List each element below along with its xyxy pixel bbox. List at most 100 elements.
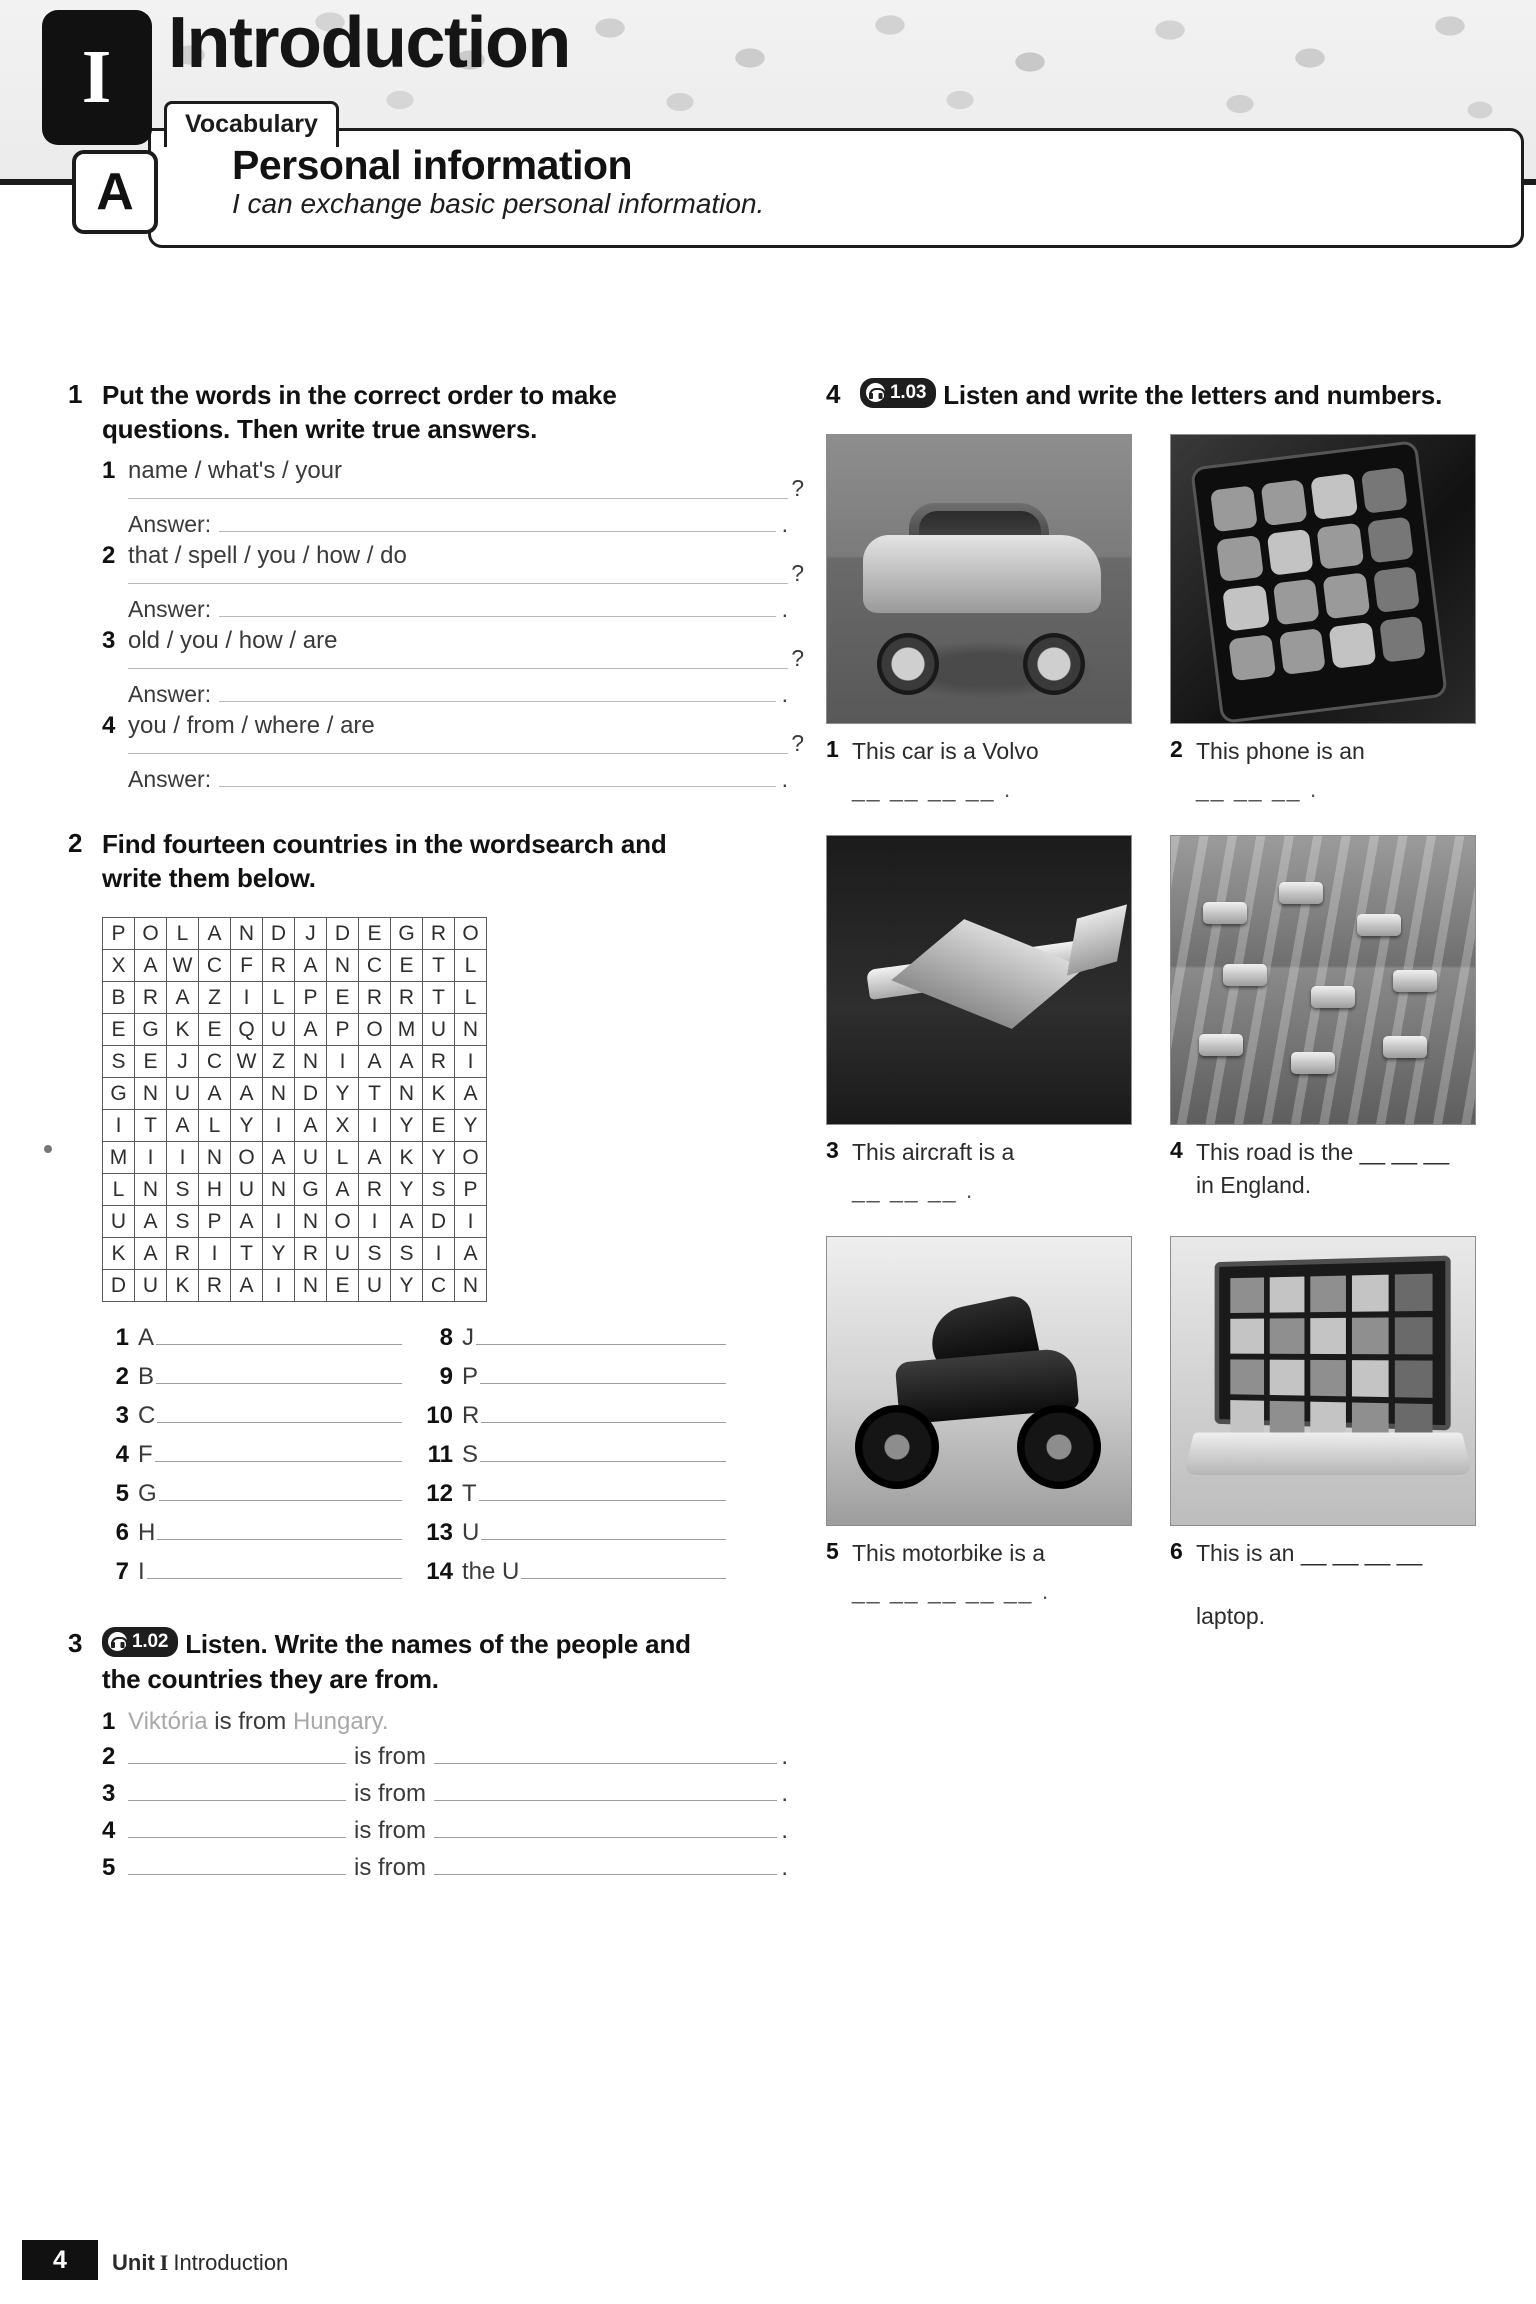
wordsearch-cell[interactable]: A xyxy=(390,1205,423,1239)
wordsearch-cell[interactable]: R xyxy=(262,949,295,983)
exercise-3-row[interactable]: 3 is from . xyxy=(102,1780,788,1808)
wordsearch-cell[interactable]: Y xyxy=(422,1141,455,1175)
wordsearch-cell[interactable]: F xyxy=(230,949,263,983)
wordsearch-cell[interactable]: U xyxy=(326,1237,359,1271)
wordsearch-cell[interactable]: J xyxy=(294,917,327,951)
wordsearch-cell[interactable]: A xyxy=(230,1077,263,1111)
wordsearch-cell[interactable]: H xyxy=(198,1173,231,1207)
wordsearch-cell[interactable]: L xyxy=(166,917,199,951)
wordsearch-cell[interactable]: O xyxy=(454,917,487,951)
caption-answer-dashes[interactable]: __ __ __ __ . xyxy=(852,776,1132,803)
wordsearch-cell[interactable]: U xyxy=(102,1205,135,1239)
wordsearch-cell[interactable]: A xyxy=(230,1269,263,1303)
wordsearch-cell[interactable]: A xyxy=(294,1109,327,1143)
audio-track-chip[interactable]: 1.02 xyxy=(102,1627,179,1658)
exercise-3-row[interactable]: 5 is from . xyxy=(102,1854,788,1882)
wordsearch-cell[interactable]: I xyxy=(358,1109,391,1143)
wordsearch-cell[interactable]: E xyxy=(358,917,391,951)
wordsearch-cell[interactable]: A xyxy=(454,1237,487,1271)
wordsearch-cell[interactable]: N xyxy=(294,1269,327,1303)
audio-track-chip[interactable]: 1.03 xyxy=(860,378,937,409)
wordsearch-cell[interactable]: R xyxy=(294,1237,327,1271)
country-blank-row[interactable]: 10 R xyxy=(426,1402,726,1430)
wordsearch-cell[interactable]: E xyxy=(134,1045,167,1079)
country-blank-row[interactable]: 9 P xyxy=(426,1363,726,1391)
wordsearch-cell[interactable]: I xyxy=(454,1045,487,1079)
blank-input-line[interactable] xyxy=(156,1367,402,1385)
wordsearch-cell[interactable]: J xyxy=(166,1045,199,1079)
answer-input-line[interactable] xyxy=(219,684,776,702)
wordsearch-cell[interactable]: A xyxy=(198,917,231,951)
wordsearch-cell[interactable]: S xyxy=(166,1173,199,1207)
wordsearch-cell[interactable]: S xyxy=(422,1173,455,1207)
wordsearch-cell[interactable]: X xyxy=(326,1109,359,1143)
wordsearch-grid[interactable]: POLANDJDEGROXAWCFRANCETLBRAZILPERRTLEGKE… xyxy=(102,917,487,1303)
answer-input-line[interactable] xyxy=(219,514,776,532)
wordsearch-cell[interactable]: B xyxy=(102,981,135,1015)
wordsearch-cell[interactable]: A xyxy=(294,949,327,983)
wordsearch-cell[interactable]: W xyxy=(166,949,199,983)
wordsearch-cell[interactable]: R xyxy=(422,917,455,951)
country-blank-row[interactable]: 1 A xyxy=(102,1324,402,1352)
wordsearch-cell[interactable]: P xyxy=(454,1173,487,1207)
wordsearch-cell[interactable]: N xyxy=(326,949,359,983)
wordsearch-cell[interactable]: D xyxy=(294,1077,327,1111)
wordsearch-cell[interactable]: N xyxy=(294,1045,327,1079)
wordsearch-cell[interactable]: Y xyxy=(262,1237,295,1271)
wordsearch-cell[interactable]: N xyxy=(454,1269,487,1303)
wordsearch-cell[interactable]: L xyxy=(454,949,487,983)
wordsearch-cell[interactable]: Z xyxy=(262,1045,295,1079)
wordsearch-cell[interactable]: A xyxy=(134,1237,167,1271)
wordsearch-cell[interactable]: D xyxy=(262,917,295,951)
wordsearch-cell[interactable]: N xyxy=(262,1173,295,1207)
country-input-line[interactable] xyxy=(434,1746,778,1764)
question-write-line[interactable]: ? xyxy=(128,730,804,756)
wordsearch-cell[interactable]: G xyxy=(134,1013,167,1047)
question-write-line[interactable]: ? xyxy=(128,475,804,501)
wordsearch-cell[interactable]: A xyxy=(134,949,167,983)
wordsearch-cell[interactable]: U xyxy=(166,1077,199,1111)
wordsearch-cell[interactable]: M xyxy=(390,1013,423,1047)
wordsearch-cell[interactable]: G xyxy=(102,1077,135,1111)
wordsearch-cell[interactable]: I xyxy=(102,1109,135,1143)
wordsearch-cell[interactable]: A xyxy=(262,1141,295,1175)
wordsearch-cell[interactable]: I xyxy=(454,1205,487,1239)
wordsearch-cell[interactable]: I xyxy=(230,981,263,1015)
wordsearch-cell[interactable]: K xyxy=(166,1013,199,1047)
answer-input-line[interactable] xyxy=(219,769,776,787)
wordsearch-cell[interactable]: R xyxy=(166,1237,199,1271)
wordsearch-cell[interactable]: U xyxy=(422,1013,455,1047)
country-blank-row[interactable]: 3 C xyxy=(102,1402,402,1430)
wordsearch-cell[interactable]: D xyxy=(102,1269,135,1303)
wordsearch-cell[interactable]: N xyxy=(294,1205,327,1239)
blank-input-line[interactable] xyxy=(156,1328,402,1346)
wordsearch-cell[interactable]: I xyxy=(166,1141,199,1175)
blank-input-line[interactable] xyxy=(478,1484,726,1502)
wordsearch-cell[interactable]: E xyxy=(102,1013,135,1047)
question-write-line[interactable]: ? xyxy=(128,560,804,586)
wordsearch-cell[interactable]: Y xyxy=(326,1077,359,1111)
wordsearch-cell[interactable]: Y xyxy=(390,1173,423,1207)
wordsearch-cell[interactable]: R xyxy=(358,1173,391,1207)
wordsearch-cell[interactable]: I xyxy=(326,1045,359,1079)
wordsearch-cell[interactable]: C xyxy=(198,949,231,983)
wordsearch-cell[interactable]: S xyxy=(390,1237,423,1271)
wordsearch-cell[interactable]: N xyxy=(198,1141,231,1175)
caption-answer-dashes[interactable]: __ __ __ __ __ . xyxy=(852,1578,1132,1605)
wordsearch-cell[interactable]: A xyxy=(230,1205,263,1239)
caption-text[interactable]: This road is the __ __ __ xyxy=(1196,1137,1449,1168)
wordsearch-cell[interactable]: K xyxy=(390,1141,423,1175)
wordsearch-cell[interactable]: T xyxy=(358,1077,391,1111)
blank-input-line[interactable] xyxy=(480,1367,726,1385)
wordsearch-cell[interactable]: O xyxy=(230,1141,263,1175)
country-blank-row[interactable]: 12 T xyxy=(426,1480,726,1508)
wordsearch-cell[interactable]: L xyxy=(198,1109,231,1143)
wordsearch-cell[interactable]: L xyxy=(102,1173,135,1207)
country-blank-row[interactable]: 14 the U xyxy=(426,1558,726,1586)
wordsearch-cell[interactable]: P xyxy=(102,917,135,951)
wordsearch-cell[interactable]: A xyxy=(166,981,199,1015)
wordsearch-cell[interactable]: O xyxy=(326,1205,359,1239)
wordsearch-cell[interactable]: Y xyxy=(454,1109,487,1143)
wordsearch-cell[interactable]: E xyxy=(198,1013,231,1047)
wordsearch-cell[interactable]: K xyxy=(422,1077,455,1111)
